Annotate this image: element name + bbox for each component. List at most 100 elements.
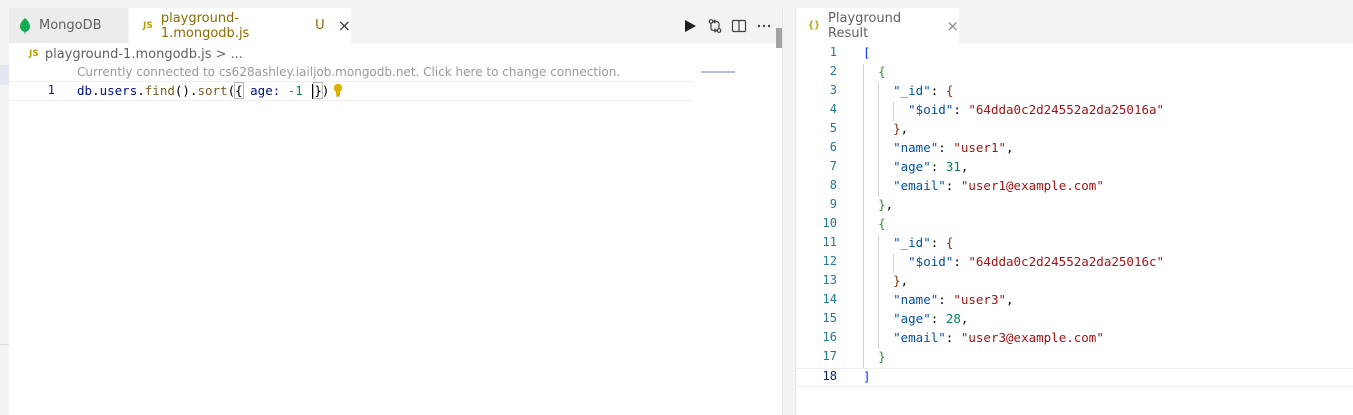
result-line: 14 "name": "user3",	[796, 292, 1353, 311]
result-line-text: "name": "user3",	[893, 292, 1014, 307]
result-line-number: 17	[822, 349, 837, 363]
result-line-number: 13	[822, 273, 837, 287]
result-line-number: 8	[829, 178, 837, 192]
breadcrumb-more[interactable]: ...	[230, 47, 242, 62]
line-number: 1	[47, 83, 55, 97]
result-line-number: 11	[822, 235, 837, 249]
js-file-icon: JS	[143, 20, 153, 31]
result-line-text: "$oid": "64dda0c2d24552a2da25016a"	[908, 102, 1165, 117]
indent-guide	[893, 102, 894, 121]
result-line: 6 "name": "user1",	[796, 140, 1353, 159]
result-line: 4 "$oid": "64dda0c2d24552a2da25016a"	[796, 102, 1353, 121]
result-line-number: 9	[829, 197, 837, 211]
json-braces-icon: {}	[808, 20, 821, 31]
result-line-text: "email": "user3@example.com"	[893, 330, 1104, 345]
result-line: 1[	[796, 45, 1353, 64]
result-line-text: "$oid": "64dda0c2d24552a2da25016c"	[908, 254, 1165, 269]
result-line: 8 "email": "user1@example.com"	[796, 178, 1353, 197]
result-line: 9 },	[796, 197, 1353, 216]
close-tab-icon[interactable]: ×	[946, 17, 959, 35]
activity-bar-edge	[0, 8, 9, 415]
breadcrumb-file[interactable]: playground-1.mongodb.js	[45, 47, 212, 62]
tab-playground-file[interactable]: JS playground-1.mongodb.js U ×	[129, 8, 351, 43]
result-line-text: {	[878, 64, 886, 79]
result-line-number: 2	[829, 64, 837, 78]
result-line: 13 },	[796, 273, 1353, 292]
minimap[interactable]	[701, 71, 735, 73]
close-tab-icon[interactable]: ×	[338, 16, 351, 35]
result-line-number: 5	[829, 121, 837, 135]
code-line[interactable]: db.users.find().sort({ age: -1 })	[77, 82, 329, 99]
token-paren: ().	[174, 83, 198, 98]
indent-guide	[878, 83, 879, 197]
result-line-text: },	[878, 197, 894, 212]
result-line: 2 {	[796, 64, 1353, 83]
result-line-number: 3	[829, 83, 837, 97]
tab-playground-label: playground-1.mongodb.js	[160, 10, 250, 41]
more-icon[interactable]	[753, 15, 775, 37]
token-paren-open: (	[227, 83, 236, 98]
result-line-number: 6	[829, 140, 837, 154]
tab-mongodb-label: MongoDB	[39, 18, 102, 33]
result-line-number: 7	[829, 159, 837, 173]
result-line-text: [	[863, 45, 871, 60]
token-dot: .	[137, 83, 145, 98]
token-brace-close: }	[313, 82, 323, 99]
breadcrumb-chevron-icon: >	[215, 46, 227, 62]
result-line: 5 },	[796, 121, 1353, 140]
result-line-number: 18	[822, 369, 837, 383]
token-db: db	[77, 83, 93, 98]
breadcrumb: JS playground-1.mongodb.js > ...	[9, 43, 782, 65]
result-line-text: },	[893, 273, 909, 288]
token-find: find	[144, 83, 175, 98]
untracked-status-badge: U	[315, 18, 325, 33]
token-number: -1	[287, 83, 303, 98]
lightbulb-icon[interactable]	[332, 83, 344, 97]
result-line-number: 10	[822, 216, 837, 230]
result-line-text: "name": "user1",	[893, 140, 1014, 155]
editor-tab-bar: MongoDB JS playground-1.mongodb.js U ×	[9, 8, 782, 43]
js-file-icon: JS	[29, 49, 39, 59]
result-line-number: 1	[829, 45, 837, 59]
connection-codelens[interactable]: Currently connected to cs628ashley.iailj…	[77, 65, 620, 81]
indent-guide	[893, 254, 894, 273]
git-compare-icon[interactable]	[704, 15, 726, 37]
code-editor[interactable]: Currently connected to cs628ashley.iailj…	[9, 65, 782, 415]
current-line: 1 db.users.find().sort({ age: -1 })	[9, 81, 693, 101]
tab-playground-result[interactable]: {} Playground Result ×	[796, 8, 959, 43]
token-brace-open: {	[234, 82, 244, 99]
editor-group-divider[interactable]	[782, 8, 796, 415]
result-line: 10 {	[796, 216, 1353, 235]
result-line-number: 4	[829, 102, 837, 116]
result-line: 15 "age": 28,	[796, 311, 1353, 330]
result-line: 12 "$oid": "64dda0c2d24552a2da25016c"	[796, 254, 1353, 273]
result-line: 18]	[796, 368, 1353, 387]
result-line: 7 "age": 31,	[796, 159, 1353, 178]
result-line-number: 12	[822, 254, 837, 268]
token-age: age:	[242, 83, 288, 98]
result-tab-bar: {} Playground Result ×	[796, 8, 1353, 43]
tab-result-label: Playground Result	[828, 10, 902, 41]
result-line-text: },	[893, 121, 909, 136]
result-line-text: {	[878, 216, 886, 231]
editor-actions	[672, 8, 782, 43]
token-dot: .	[92, 83, 100, 98]
editor-group-left: MongoDB JS playground-1.mongodb.js U × J…	[0, 8, 784, 415]
tab-mongodb[interactable]: MongoDB	[9, 8, 129, 43]
result-line-number: 15	[822, 311, 837, 325]
result-line-text: "_id": {	[893, 235, 954, 250]
result-line: 17 }	[796, 349, 1353, 368]
activity-divider	[0, 344, 9, 345]
result-line-number: 14	[822, 292, 837, 306]
activity-highlight	[0, 65, 9, 85]
run-icon[interactable]	[679, 15, 701, 37]
split-editor-icon[interactable]	[728, 15, 750, 37]
mongodb-leaf-icon	[20, 17, 30, 34]
token-sort: sort	[197, 83, 228, 98]
editor-group-right: {} Playground Result × 1[2 {3 "_id": {4 …	[796, 8, 1353, 415]
token-users: users	[99, 83, 138, 98]
result-line-text: ]	[863, 369, 871, 384]
result-line-text: "_id": {	[893, 83, 954, 98]
result-line-text: }	[878, 349, 886, 364]
